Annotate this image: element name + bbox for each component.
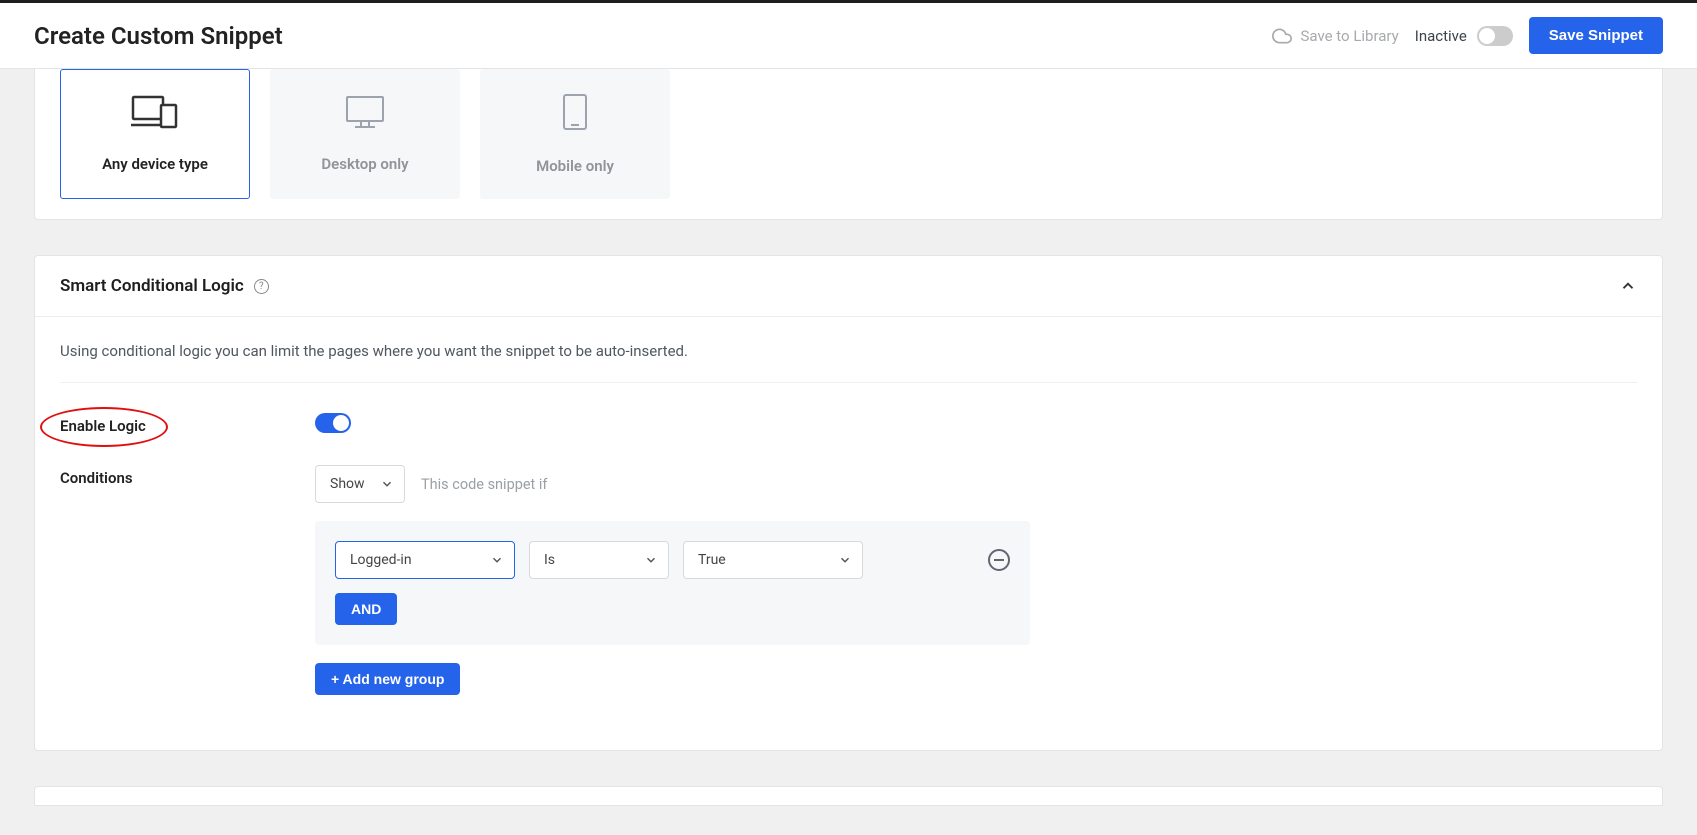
save-to-library[interactable]: Save to Library <box>1272 26 1398 46</box>
condition-subject-select[interactable]: Logged-in <box>335 541 515 579</box>
show-hide-select[interactable]: Show <box>315 465 405 503</box>
desktop-icon <box>341 95 389 129</box>
condition-row: Logged-in Is True <box>335 541 1010 579</box>
conditions-label: Conditions <box>60 465 315 487</box>
save-snippet-button[interactable]: Save Snippet <box>1529 17 1663 54</box>
cloud-icon <box>1272 26 1292 46</box>
device-any-label: Any device type <box>102 155 208 173</box>
device-type-panel: Any device type Desktop only Mobile only <box>34 69 1663 220</box>
chevron-up-icon[interactable] <box>1619 277 1637 295</box>
mobile-icon <box>562 93 588 131</box>
save-library-label: Save to Library <box>1300 27 1398 45</box>
condition-group: Logged-in Is True <box>315 521 1030 645</box>
device-desktop-label: Desktop only <box>321 155 408 173</box>
header-bar: Create Custom Snippet Save to Library In… <box>0 0 1697 69</box>
page-title: Create Custom Snippet <box>34 22 283 50</box>
condition-value-value: True <box>698 552 726 568</box>
enable-logic-toggle[interactable] <box>315 413 351 433</box>
chevron-down-icon <box>644 553 658 567</box>
condition-operator-select[interactable]: Is <box>529 541 669 579</box>
enable-logic-label: Enable Logic <box>60 417 146 435</box>
condition-operator-value: Is <box>544 552 555 568</box>
chevron-down-icon <box>490 553 504 567</box>
conditional-logic-panel: Smart Conditional Logic ? Using conditio… <box>34 255 1663 751</box>
and-button[interactable]: AND <box>335 593 397 625</box>
chevron-down-icon <box>380 477 394 491</box>
snippet-if-text: This code snippet if <box>421 476 547 493</box>
device-card-desktop[interactable]: Desktop only <box>270 69 460 199</box>
logic-section-title: Smart Conditional Logic <box>60 276 244 296</box>
status-label: Inactive <box>1415 27 1467 45</box>
status-toggle-wrap: Inactive <box>1415 26 1513 46</box>
logic-description: Using conditional logic you can limit th… <box>60 342 1637 383</box>
logic-section-header[interactable]: Smart Conditional Logic ? <box>35 256 1662 317</box>
device-card-mobile[interactable]: Mobile only <box>480 69 670 199</box>
device-card-any[interactable]: Any device type <box>60 69 250 199</box>
header-actions: Save to Library Inactive Save Snippet <box>1272 17 1663 54</box>
remove-condition-button[interactable] <box>988 549 1010 571</box>
device-mobile-label: Mobile only <box>536 157 614 175</box>
add-group-button[interactable]: + Add new group <box>315 663 460 695</box>
condition-subject-value: Logged-in <box>350 552 412 568</box>
chevron-down-icon <box>838 553 852 567</box>
devices-icon <box>131 95 179 129</box>
condition-value-select[interactable]: True <box>683 541 863 579</box>
help-icon[interactable]: ? <box>254 279 269 294</box>
next-panel <box>34 786 1663 806</box>
active-toggle[interactable] <box>1477 26 1513 46</box>
show-hide-value: Show <box>330 476 365 492</box>
